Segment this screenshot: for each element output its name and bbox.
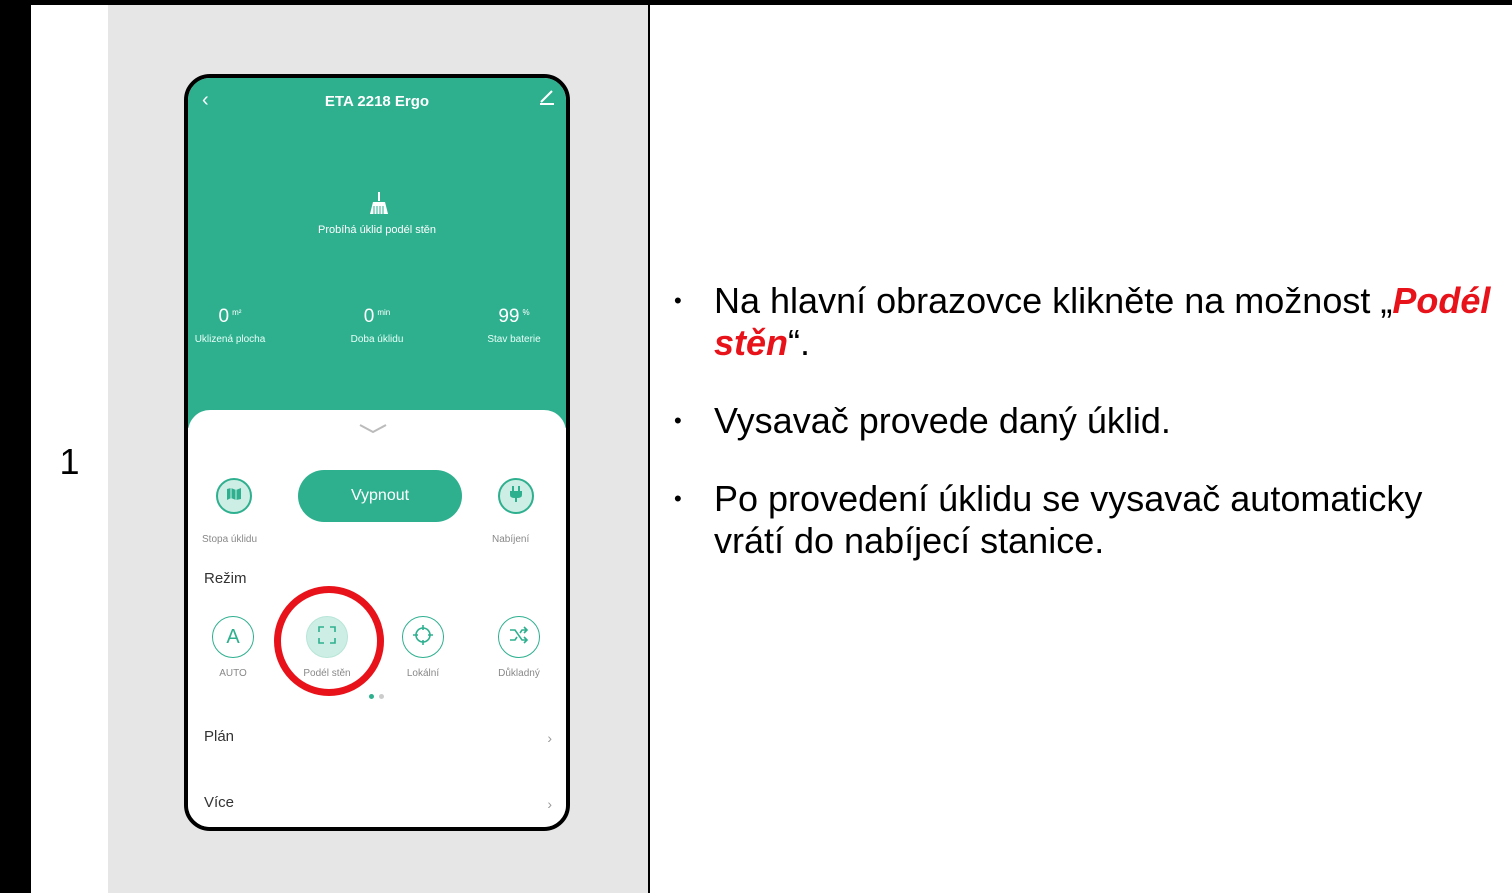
edit-pencil-icon[interactable] [538, 88, 556, 111]
map-icon [226, 487, 242, 506]
more-chevron-icon[interactable]: › [547, 796, 552, 812]
more-row-label[interactable]: Více [204, 794, 234, 811]
instruction-1: • Na hlavní obrazovce klikněte na možnos… [672, 280, 1502, 364]
map-trace-label: Stopa úklidu [202, 534, 258, 545]
phone-screen: ‹ ETA 2218 Ergo Probíhá úklid podél stěn… [184, 74, 570, 831]
bullet-mark: • [674, 486, 682, 511]
step-column: 1 [31, 5, 108, 893]
cleaning-status-text: Probíhá úklid podél stěn [317, 224, 437, 236]
broom-icon [368, 192, 390, 223]
bullet-mark: • [674, 408, 682, 433]
page-dot [379, 694, 384, 699]
step-number: 1 [59, 441, 80, 482]
instruction-3-text: Po provedení úklidu se vysavač automatic… [714, 478, 1423, 561]
shuffle-icon [509, 625, 529, 649]
page-dot-active [369, 694, 374, 699]
spot-target-icon [412, 624, 434, 651]
power-off-button[interactable]: Vypnout [298, 470, 462, 522]
mode-deep-button[interactable] [498, 616, 540, 658]
instruction-2: • Vysavač provede daný úklid. [672, 400, 1502, 442]
stat-duration-label: Doba úklidu [350, 334, 404, 345]
stat-area-unit: m² [232, 308, 242, 317]
charge-button[interactable] [498, 478, 534, 514]
stat-duration: 0 min Doba úklidu [317, 306, 437, 345]
stat-area-label: Uklizená plocha [194, 334, 266, 345]
plug-icon [509, 485, 523, 507]
instruction-1-prefix: Na hlavní obrazovce klikněte na možnost … [714, 280, 1393, 321]
mode-deep-label: Důkladný [498, 668, 540, 679]
auto-a-icon: A [226, 625, 240, 648]
app-title: ETA 2218 Ergo [324, 93, 430, 110]
instruction-2-text: Vysavač provede daný úklid. [714, 400, 1171, 441]
bullet-mark: • [674, 288, 682, 313]
stat-duration-value: 0 [363, 306, 375, 327]
stat-battery-label: Stav baterie [487, 334, 541, 345]
plan-chevron-icon[interactable]: › [547, 730, 552, 746]
mode-auto-button[interactable]: A [212, 616, 254, 658]
stat-duration-unit: min [377, 308, 391, 317]
stat-battery: 99% Stav baterie [454, 306, 566, 345]
stat-battery-value: 99 [498, 306, 520, 327]
collapse-chevron-icon[interactable] [358, 422, 388, 440]
highlight-circle [274, 586, 384, 696]
mode-spot-button[interactable] [402, 616, 444, 658]
stat-battery-unit: % [522, 308, 530, 317]
instruction-list: • Na hlavní obrazovce klikněte na možnos… [672, 280, 1502, 598]
status-header: ‹ ETA 2218 Ergo Probíhá úklid podél stěn… [188, 78, 566, 428]
mode-spot-label: Lokální [406, 668, 440, 679]
left-black-bar [0, 0, 31, 893]
mode-auto-label: AUTO [219, 668, 247, 679]
plan-row-label[interactable]: Plán [204, 728, 234, 745]
charge-label: Nabíjení [492, 534, 530, 545]
stat-area: 0 m² Uklizená plocha [188, 306, 290, 345]
instruction-1-suffix: “. [788, 322, 811, 363]
instruction-3: • Po provedení úklidu se vysavač automat… [672, 478, 1502, 562]
stat-area-value: 0 [218, 306, 230, 327]
mode-section-title: Režim [204, 570, 247, 587]
map-trace-button[interactable] [216, 478, 252, 514]
